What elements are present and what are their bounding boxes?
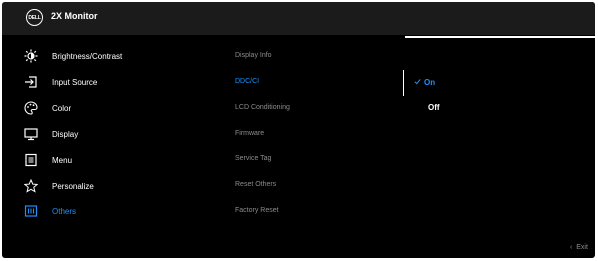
title-bar: DELL 2X Monitor xyxy=(2,2,595,35)
star-icon xyxy=(24,179,42,193)
osd-title: 2X Monitor xyxy=(51,11,98,21)
brightness-icon xyxy=(24,49,42,63)
chevron-left-icon: ‹ xyxy=(570,244,573,251)
submenu-item-service-tag[interactable]: Service Tag xyxy=(235,155,271,162)
option-off-label: Off xyxy=(428,103,440,112)
option-on[interactable]: On xyxy=(414,78,435,87)
others-icon xyxy=(24,204,42,218)
option-on-label: On xyxy=(424,78,436,87)
menu-item-label: Color xyxy=(52,103,72,113)
submenu-item-display-info[interactable]: Display Info xyxy=(235,52,272,59)
submenu-item-reset-others[interactable]: Reset Others xyxy=(235,181,276,188)
menu-item-others[interactable]: Others xyxy=(24,203,76,219)
title-underline xyxy=(405,36,595,38)
menu-item-color[interactable]: Color xyxy=(24,100,71,116)
submenu-item-firmware[interactable]: Firmware xyxy=(235,130,264,137)
menu-item-personalize[interactable]: Personalize xyxy=(24,178,94,194)
submenu-item-factory-reset[interactable]: Factory Reset xyxy=(235,207,279,214)
menu-item-label: Brightness/Contrast xyxy=(52,51,123,61)
exit-button[interactable]: ‹ Exit xyxy=(570,244,588,251)
exit-label: Exit xyxy=(576,244,588,251)
menu-item-label: Others xyxy=(52,206,77,216)
submenu-item-ddc-ci[interactable]: DDC/CI xyxy=(235,78,259,85)
color-palette-icon xyxy=(24,101,42,115)
menu-item-input-source[interactable]: Input Source xyxy=(24,74,97,90)
checkmark-icon xyxy=(414,78,424,85)
display-icon xyxy=(24,127,42,141)
dell-logo: DELL xyxy=(26,9,43,26)
menu-item-display[interactable]: Display xyxy=(24,126,78,142)
menu-item-label: Input Source xyxy=(52,77,98,87)
selection-indicator xyxy=(403,70,404,96)
menu-item-menu[interactable]: Menu xyxy=(24,152,72,168)
input-source-icon xyxy=(24,75,42,89)
menu-icon xyxy=(24,153,42,167)
submenu-item-lcd-conditioning[interactable]: LCD Conditioning xyxy=(235,104,290,111)
menu-item-label: Personalize xyxy=(52,181,94,191)
menu-item-label: Menu xyxy=(52,155,73,165)
option-off[interactable]: Off xyxy=(428,103,440,112)
monitor-osd: DELL 2X Monitor Brightness/Contrast Inpu… xyxy=(2,2,595,258)
menu-item-brightness-contrast[interactable]: Brightness/Contrast xyxy=(24,48,122,64)
menu-item-label: Display xyxy=(52,129,79,139)
